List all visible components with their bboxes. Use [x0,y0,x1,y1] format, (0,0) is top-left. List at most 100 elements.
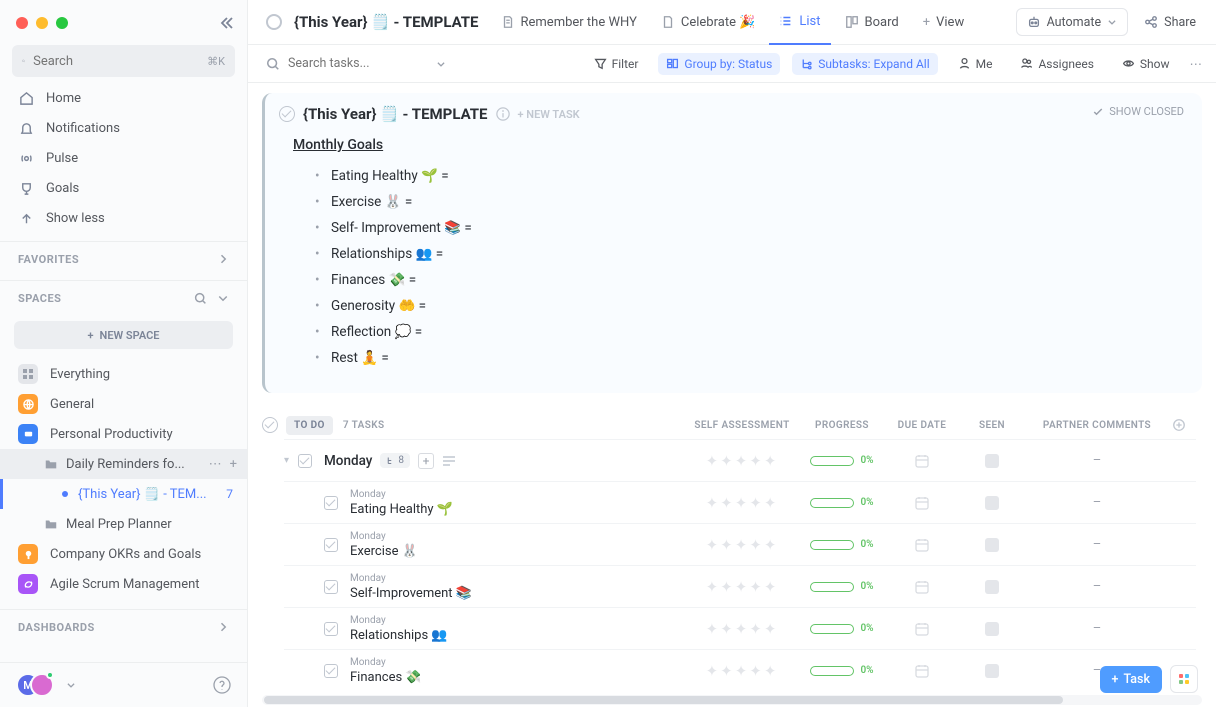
task-row[interactable]: Monday Finances 💸 ✦✦✦✦✦ 0% – [284,649,1196,691]
progress-cell[interactable]: 0% [802,455,882,466]
new-task-button[interactable]: + NEW TASK [518,108,580,121]
col-due-date[interactable]: DUE DATE [882,420,962,431]
description-icon[interactable] [442,456,456,466]
nav-home[interactable]: Home [0,83,247,113]
task-search[interactable] [266,56,466,71]
tab-celebrate[interactable]: Celebrate 🎉 [651,7,766,37]
status-badge[interactable]: TO DO [286,416,333,435]
progress-cell[interactable]: 0% [802,665,882,676]
horizontal-scrollbar[interactable] [262,695,1202,705]
task-checkbox[interactable] [324,580,338,594]
task-name-cell[interactable]: Monday 8 + [324,453,682,469]
search-input[interactable] [33,54,199,69]
task-row[interactable]: Monday Self-Improvement 📚 ✦✦✦✦✦ 0% – [284,565,1196,607]
col-progress[interactable]: PROGRESS [802,420,882,431]
spaces-header[interactable]: SPACES [0,281,247,315]
nav-show-less[interactable]: Show less [0,203,247,233]
filter-button[interactable]: Filter [586,53,647,75]
nav-goals[interactable]: Goals [0,173,247,203]
new-space-button[interactable]: + NEW SPACE [14,321,233,349]
avatar-stack[interactable]: M [16,673,58,697]
seen-cell[interactable] [962,538,1022,552]
show-closed-button[interactable]: SHOW CLOSED [1092,105,1184,118]
partner-comments-cell[interactable]: – [1022,453,1172,468]
task-row[interactable]: Monday Exercise 🐰 ✦✦✦✦✦ 0% – [284,523,1196,565]
add-view-button[interactable]: + View [913,7,975,37]
status-circle-icon[interactable] [266,14,282,30]
seen-cell[interactable] [962,454,1022,468]
seen-cell[interactable] [962,580,1022,594]
space-agile[interactable]: Agile Scrum Management [0,569,247,599]
help-icon[interactable] [213,676,231,694]
space-everything[interactable]: Everything [0,359,247,389]
tab-list[interactable]: List [769,0,830,45]
task-checkbox[interactable] [298,454,312,468]
col-seen[interactable]: SEEN [962,420,1022,431]
seen-cell[interactable] [962,622,1022,636]
share-button[interactable]: Share [1134,8,1206,36]
expand-toggle-icon[interactable]: ▾ [284,455,294,466]
tab-board[interactable]: Board [835,7,909,37]
add-subtask-button[interactable]: + [418,453,434,469]
add-icon[interactable]: + [230,457,237,472]
partner-comments-cell[interactable]: – [1022,621,1172,636]
list-this-year-template[interactable]: {This Year} 🗒️ - TEM... 7 [0,479,247,509]
me-button[interactable]: Me [950,53,1001,75]
subtasks-button[interactable]: Subtasks: Expand All [792,53,937,75]
space-general[interactable]: General [0,389,247,419]
progress-cell[interactable]: 0% [802,623,882,634]
select-all-icon[interactable] [262,417,278,433]
self-assessment-cell[interactable]: ✦✦✦✦✦ [682,578,802,596]
progress-cell[interactable]: 0% [802,497,882,508]
close-window-icon[interactable] [16,17,28,29]
task-row-parent[interactable]: ▾ Monday 8 + ✦✦✦✦✦ 0% – [284,439,1196,481]
col-partner-comments[interactable]: PARTNER COMMENTS [1022,420,1172,431]
task-checkbox[interactable] [324,538,338,552]
progress-cell[interactable]: 0% [802,581,882,592]
self-assessment-cell[interactable]: ✦✦✦✦✦ [682,536,802,554]
show-button[interactable]: Show [1114,53,1178,75]
space-okrs[interactable]: Company OKRs and Goals [0,539,247,569]
info-icon[interactable] [496,107,510,121]
nav-pulse[interactable]: Pulse [0,143,247,173]
task-name-cell[interactable]: Monday Eating Healthy 🌱 [350,489,682,517]
nav-notifications[interactable]: Notifications [0,113,247,143]
col-self-assessment[interactable]: SELF ASSESSMENT [682,420,802,431]
collapse-sidebar-icon[interactable] [219,15,235,31]
task-name-cell[interactable]: Monday Exercise 🐰 [350,531,682,559]
more-icon[interactable]: ⋯ [209,457,222,472]
task-checkbox[interactable] [324,664,338,678]
assignees-button[interactable]: Assignees [1012,53,1101,75]
task-checkbox[interactable] [324,622,338,636]
search-container[interactable]: ⌘K [12,45,235,77]
automate-button[interactable]: Automate [1016,8,1129,36]
task-name-cell[interactable]: Monday Finances 💸 [350,657,682,685]
due-date-cell[interactable] [882,537,962,553]
self-assessment-cell[interactable]: ✦✦✦✦✦ [682,452,802,470]
chevron-down-icon[interactable] [217,292,229,304]
self-assessment-cell[interactable]: ✦✦✦✦✦ [682,620,802,638]
seen-cell[interactable] [962,664,1022,678]
tab-remember-why[interactable]: Remember the WHY [491,7,647,37]
task-search-input[interactable] [288,56,428,71]
progress-cell[interactable]: 0% [802,539,882,550]
task-name-cell[interactable]: Monday Relationships 👥 [350,615,682,643]
new-task-fab[interactable]: + Task [1100,666,1162,693]
minimize-window-icon[interactable] [36,17,48,29]
maximize-window-icon[interactable] [56,17,68,29]
partner-comments-cell[interactable]: – [1022,579,1172,594]
space-personal-productivity[interactable]: Personal Productivity [0,419,247,449]
search-icon[interactable] [194,292,207,305]
folder-daily-reminders[interactable]: Daily Reminders fo... ⋯ + [0,449,247,479]
favorites-header[interactable]: FAVORITES [0,242,247,276]
chevron-down-icon[interactable] [66,680,76,690]
self-assessment-cell[interactable]: ✦✦✦✦✦ [682,662,802,680]
list-meal-prep[interactable]: Meal Prep Planner [0,509,247,539]
due-date-cell[interactable] [882,663,962,679]
due-date-cell[interactable] [882,453,962,469]
task-row[interactable]: Monday Eating Healthy 🌱 ✦✦✦✦✦ 0% – [284,481,1196,523]
seen-cell[interactable] [962,496,1022,510]
due-date-cell[interactable] [882,621,962,637]
add-column-button[interactable] [1172,418,1196,432]
scrollbar-thumb[interactable] [264,696,1063,704]
